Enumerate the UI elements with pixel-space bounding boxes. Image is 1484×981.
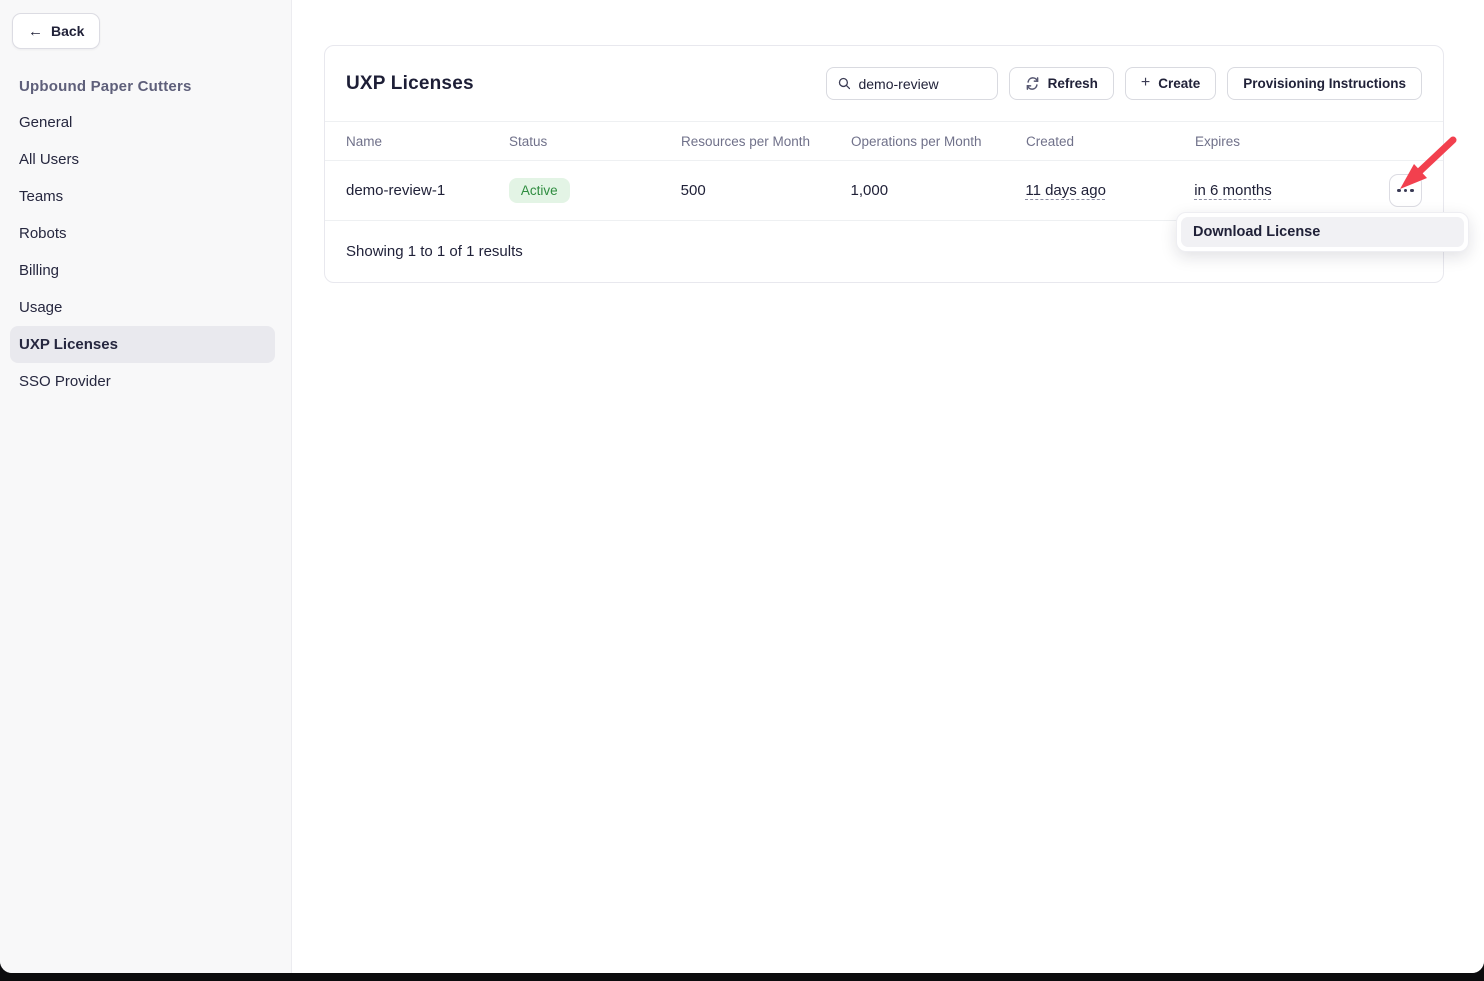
column-header-expires: Expires bbox=[1195, 134, 1390, 149]
ellipsis-icon bbox=[1397, 189, 1414, 193]
table-header: Name Status Resources per Month Operatio… bbox=[325, 122, 1443, 161]
cell-resources: 500 bbox=[681, 182, 851, 199]
toolbar: Refresh + Create Provisioning Instructio… bbox=[826, 67, 1422, 100]
menu-item-download-license[interactable]: Download License bbox=[1181, 217, 1464, 247]
column-header-operations: Operations per Month bbox=[851, 134, 1026, 149]
results-count-text: Showing 1 to 1 of 1 results bbox=[346, 243, 523, 260]
cell-expires: in 6 months bbox=[1194, 182, 1389, 199]
cell-created: 11 days ago bbox=[1025, 182, 1194, 199]
create-label: Create bbox=[1158, 76, 1200, 91]
refresh-button[interactable]: Refresh bbox=[1009, 67, 1114, 100]
cell-actions bbox=[1389, 174, 1422, 207]
row-actions-button[interactable] bbox=[1389, 174, 1422, 207]
main-content: UXP Licenses bbox=[292, 0, 1484, 973]
back-button[interactable]: ← Back bbox=[12, 13, 100, 49]
sidebar-item-billing[interactable]: Billing bbox=[0, 252, 275, 289]
org-title: Upbound Paper Cutters bbox=[19, 78, 291, 95]
back-button-label: Back bbox=[51, 23, 84, 39]
search-input[interactable] bbox=[858, 76, 985, 92]
status-badge: Active bbox=[509, 178, 570, 203]
sidebar-item-robots[interactable]: Robots bbox=[0, 215, 275, 252]
search-box[interactable] bbox=[826, 67, 998, 100]
sidebar-item-sso-provider[interactable]: SSO Provider bbox=[0, 363, 275, 400]
created-relative-time: 11 days ago bbox=[1025, 182, 1106, 199]
sidebar-nav: General All Users Teams Robots Billing U… bbox=[0, 104, 291, 400]
app-window: ← Back Upbound Paper Cutters General All… bbox=[0, 0, 1484, 973]
search-icon bbox=[838, 76, 851, 91]
provisioning-label: Provisioning Instructions bbox=[1243, 76, 1406, 91]
column-header-created: Created bbox=[1026, 134, 1195, 149]
provisioning-instructions-button[interactable]: Provisioning Instructions bbox=[1227, 67, 1422, 100]
sidebar-item-uxp-licenses[interactable]: UXP Licenses bbox=[10, 326, 275, 363]
sidebar-item-general[interactable]: General bbox=[0, 104, 275, 141]
column-header-status: Status bbox=[509, 134, 681, 149]
card-header: UXP Licenses bbox=[325, 46, 1443, 122]
refresh-icon bbox=[1025, 76, 1040, 91]
settings-sidebar: ← Back Upbound Paper Cutters General All… bbox=[0, 0, 292, 973]
sidebar-item-usage[interactable]: Usage bbox=[0, 289, 275, 326]
refresh-label: Refresh bbox=[1048, 76, 1098, 91]
create-button[interactable]: + Create bbox=[1125, 67, 1216, 100]
expires-relative-time: in 6 months bbox=[1194, 182, 1272, 199]
cell-name: demo-review-1 bbox=[346, 182, 509, 199]
sidebar-item-teams[interactable]: Teams bbox=[0, 178, 275, 215]
row-actions-menu: Download License bbox=[1176, 212, 1469, 252]
plus-icon: + bbox=[1141, 75, 1150, 91]
column-header-name: Name bbox=[346, 134, 509, 149]
cell-status: Active bbox=[509, 178, 681, 203]
sidebar-item-all-users[interactable]: All Users bbox=[0, 141, 275, 178]
page-title: UXP Licenses bbox=[346, 73, 474, 95]
cell-operations: 1,000 bbox=[851, 182, 1026, 199]
column-header-resources: Resources per Month bbox=[681, 134, 851, 149]
back-arrow-icon: ← bbox=[28, 24, 43, 39]
